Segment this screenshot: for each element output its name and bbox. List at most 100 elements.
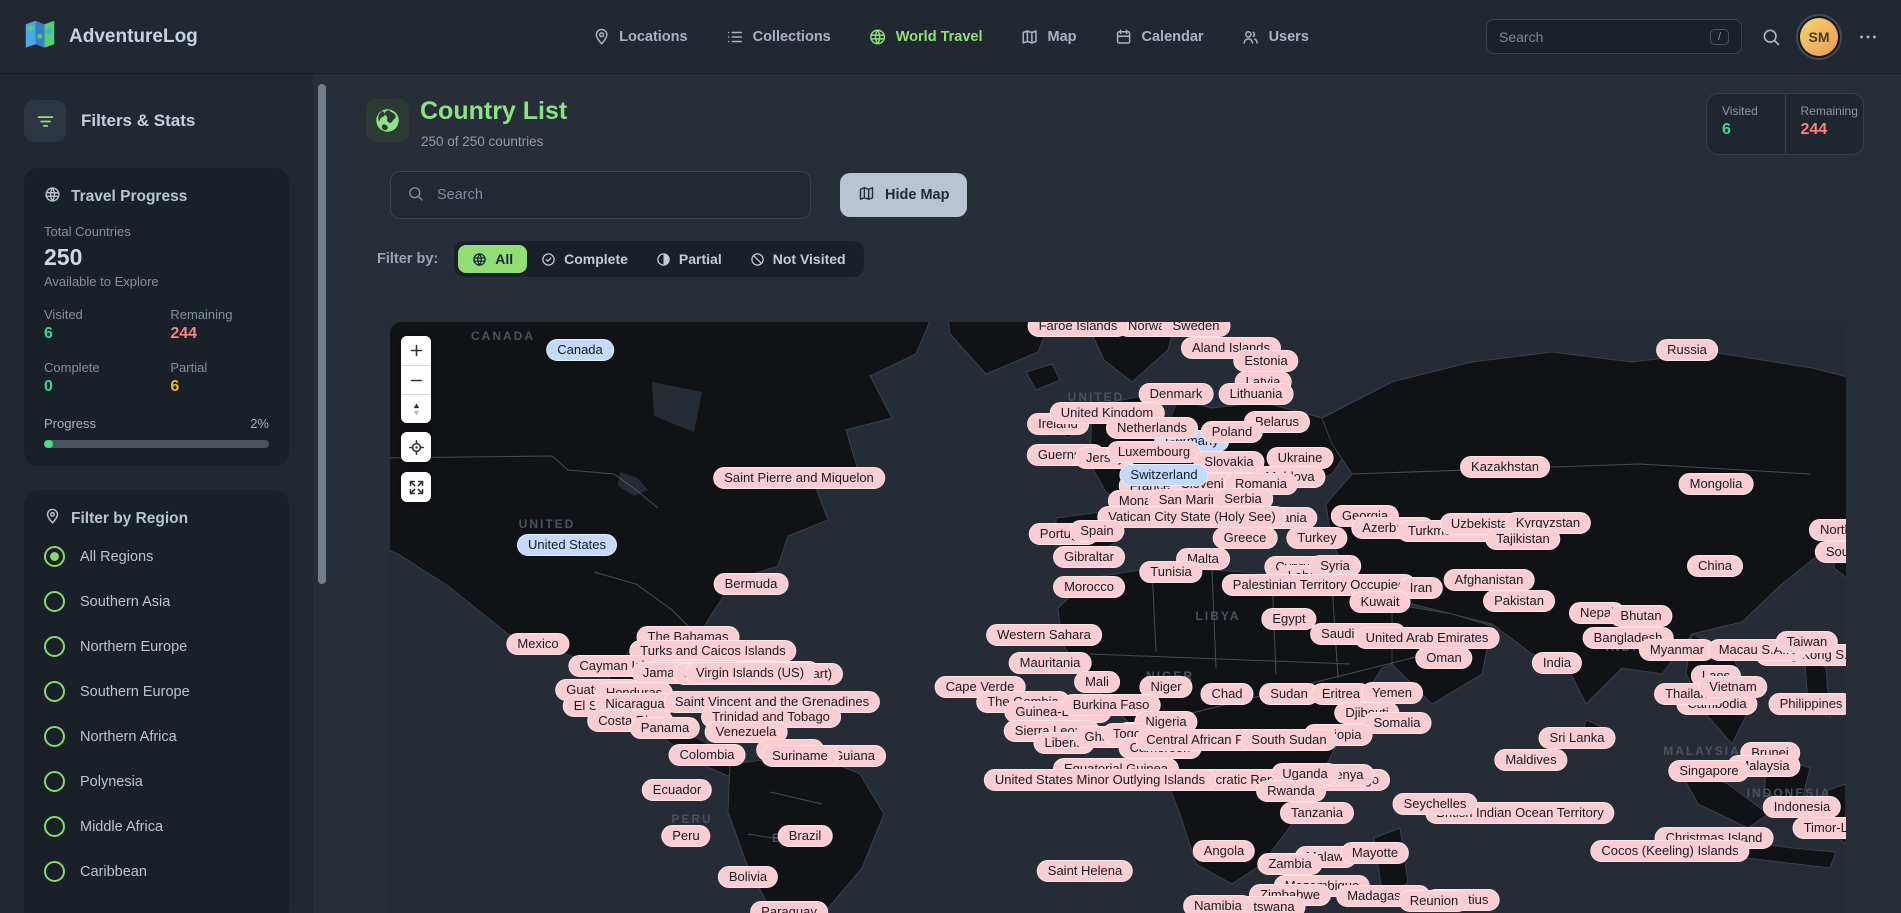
country-pill-sri-lanka[interactable]: Sri Lanka	[1539, 727, 1616, 749]
radio-unselected[interactable]	[44, 681, 65, 702]
region-option-northern-europe[interactable]: Northern Europe	[44, 636, 269, 657]
country-pill-bolivia[interactable]: Bolivia	[718, 866, 778, 888]
radio-unselected[interactable]	[44, 726, 65, 747]
filter-partial[interactable]: Partial	[642, 245, 736, 273]
nav-item-users[interactable]: Users	[1242, 28, 1309, 46]
country-pill-mongolia[interactable]: Mongolia	[1679, 473, 1754, 495]
country-pill-south-sudan[interactable]: South Sudan	[1240, 729, 1337, 751]
country-pill-pakistan[interactable]: Pakistan	[1483, 590, 1555, 612]
country-pill-lithuania[interactable]: Lithuania	[1219, 383, 1294, 405]
country-pill-vatican-city-state-holy-see-[interactable]: Vatican City State (Holy See)	[1097, 506, 1286, 528]
country-pill-rwanda[interactable]: Rwanda	[1256, 780, 1326, 802]
country-pill-myanmar[interactable]: Myanmar	[1639, 639, 1715, 661]
country-pill-mayotte[interactable]: Mayotte	[1341, 842, 1409, 864]
country-pill-tajikistan[interactable]: Tajikistan	[1485, 528, 1560, 550]
country-pill-kazakhstan[interactable]: Kazakhstan	[1460, 456, 1550, 478]
country-pill-somalia[interactable]: Somalia	[1363, 712, 1432, 734]
country-pill-angola[interactable]: Angola	[1193, 840, 1255, 862]
country-pill-mauritania[interactable]: Mauritania	[1009, 652, 1092, 674]
region-option-all-regions[interactable]: All Regions	[44, 546, 269, 567]
country-pill-gibraltar[interactable]: Gibraltar	[1053, 546, 1125, 568]
overflow-menu-icon[interactable]	[1857, 26, 1879, 48]
region-option-northern-africa[interactable]: Northern Africa	[44, 726, 269, 747]
avatar[interactable]: SM	[1800, 18, 1838, 56]
country-pill-reunion[interactable]: Reunion	[1399, 890, 1469, 912]
region-option-southern-europe[interactable]: Southern Europe	[44, 681, 269, 702]
navbar-search-input[interactable]: Search /	[1486, 19, 1742, 54]
hide-map-button[interactable]: Hide Map	[840, 173, 967, 217]
region-option-caribbean[interactable]: Caribbean	[44, 861, 269, 882]
country-pill-north-korea[interactable]: North Korea	[1809, 519, 1846, 541]
country-pill-luxembourg[interactable]: Luxembourg	[1107, 441, 1201, 463]
country-pill-sweden[interactable]: Sweden	[1162, 322, 1231, 337]
scrollbar-thumb[interactable]	[318, 84, 326, 584]
country-pill-sudan[interactable]: Sudan	[1259, 683, 1319, 705]
country-search-input[interactable]: Search	[390, 171, 811, 219]
country-pill-cocos-keeling-islands[interactable]: Cocos (Keeling) Islands	[1590, 840, 1749, 862]
country-pill-india[interactable]: India	[1532, 652, 1582, 674]
radio-selected[interactable]	[44, 546, 65, 567]
world-map[interactable]: CANADAUNITEDSTATESUNITEDPERUBRAZILINDIAL…	[390, 322, 1846, 913]
radio-unselected[interactable]	[44, 816, 65, 837]
filter-not-visited[interactable]: Not Visited	[736, 245, 860, 273]
country-pill-timor-leste[interactable]: Timor-Leste	[1793, 817, 1846, 839]
country-pill-poland[interactable]: Poland	[1201, 421, 1263, 443]
country-pill-suriname[interactable]: Suriname	[761, 745, 839, 767]
country-pill-united-arab-emirates[interactable]: United Arab Emirates	[1355, 627, 1500, 649]
country-pill-netherlands[interactable]: Netherlands	[1106, 417, 1198, 439]
country-pill-saint-helena[interactable]: Saint Helena	[1037, 860, 1133, 882]
country-pill-spain[interactable]: Spain	[1069, 520, 1124, 542]
country-pill-seychelles[interactable]: Seychelles	[1393, 793, 1478, 815]
country-pill-kuwait[interactable]: Kuwait	[1349, 591, 1410, 613]
country-pill-switzerland[interactable]: Switzerland	[1119, 464, 1208, 486]
radio-unselected[interactable]	[44, 861, 65, 882]
nav-item-world-travel[interactable]: World Travel	[869, 28, 983, 46]
zoom-in-button[interactable]	[401, 336, 431, 365]
filter-all[interactable]: All	[458, 245, 527, 273]
radio-unselected[interactable]	[44, 771, 65, 792]
country-pill-afghanistan[interactable]: Afghanistan	[1444, 569, 1535, 591]
country-pill-morocco[interactable]: Morocco	[1053, 576, 1125, 598]
nav-item-collections[interactable]: Collections	[726, 28, 831, 46]
country-pill-vietnam[interactable]: Vietnam	[1698, 676, 1767, 698]
country-pill-panama[interactable]: Panama	[630, 717, 700, 739]
country-pill-bermuda[interactable]: Bermuda	[714, 573, 789, 595]
country-pill-ecuador[interactable]: Ecuador	[642, 779, 712, 801]
country-pill-virgin-islands-us-[interactable]: Virgin Islands (US)	[685, 662, 815, 684]
country-pill-chad[interactable]: Chad	[1200, 683, 1253, 705]
search-icon[interactable]	[1761, 27, 1781, 47]
country-pill-oman[interactable]: Oman	[1415, 647, 1472, 669]
country-pill-peru[interactable]: Peru	[661, 825, 710, 847]
fullscreen-button[interactable]	[401, 472, 431, 502]
country-pill-canada[interactable]: Canada	[546, 339, 614, 361]
country-pill-estonia[interactable]: Estonia	[1233, 350, 1298, 372]
filter-icon[interactable]	[24, 100, 66, 142]
region-option-polynesia[interactable]: Polynesia	[44, 771, 269, 792]
radio-unselected[interactable]	[44, 591, 65, 612]
country-pill-saint-pierre-and-miquelon[interactable]: Saint Pierre and Miquelon	[713, 467, 885, 489]
country-pill-bhutan[interactable]: Bhutan	[1609, 605, 1672, 627]
radio-unselected[interactable]	[44, 636, 65, 657]
country-pill-western-sahara[interactable]: Western Sahara	[986, 624, 1102, 646]
region-option-southern-asia[interactable]: Southern Asia	[44, 591, 269, 612]
country-pill-greece[interactable]: Greece	[1213, 527, 1278, 549]
country-pill-singapore[interactable]: Singapore	[1668, 760, 1749, 782]
content-scrollbar[interactable]	[315, 76, 328, 913]
nav-item-map[interactable]: Map	[1021, 28, 1077, 46]
nav-item-locations[interactable]: Locations	[592, 28, 687, 46]
country-pill-turkey[interactable]: Turkey	[1286, 527, 1347, 549]
country-pill-faroe-islands[interactable]: Faroe Islands	[1028, 322, 1129, 337]
country-pill-zambia[interactable]: Zambia	[1257, 853, 1322, 875]
country-pill-egypt[interactable]: Egypt	[1261, 608, 1316, 630]
country-pill-tanzania[interactable]: Tanzania	[1280, 802, 1354, 824]
compass-tilt-button[interactable]	[401, 394, 431, 423]
zoom-out-button[interactable]	[401, 365, 431, 394]
nav-item-calendar[interactable]: Calendar	[1115, 28, 1204, 46]
filter-complete[interactable]: Complete	[527, 245, 642, 273]
country-pill-yemen[interactable]: Yemen	[1361, 682, 1423, 704]
country-pill-taiwan[interactable]: Taiwan	[1776, 631, 1838, 653]
country-pill-united-states-minor-outlying-islands[interactable]: United States Minor Outlying Islands	[984, 769, 1216, 791]
region-option-middle-africa[interactable]: Middle Africa	[44, 816, 269, 837]
country-pill-mali[interactable]: Mali	[1074, 671, 1120, 693]
country-pill-namibia[interactable]: Namibia	[1183, 895, 1253, 913]
